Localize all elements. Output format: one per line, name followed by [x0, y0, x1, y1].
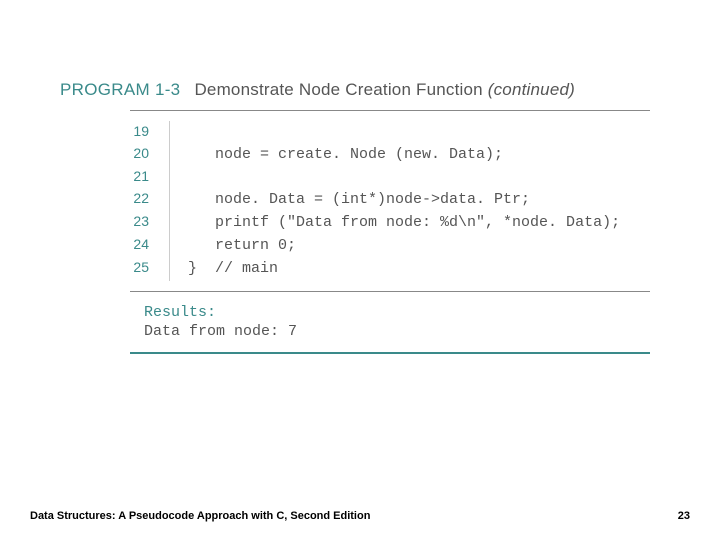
code-panel: 19 20 node = create. Node (new. Data); 2… [130, 110, 650, 292]
slide-content: PROGRAM 1-3 Demonstrate Node Creation Fu… [30, 80, 690, 354]
code-line: 21 [130, 166, 650, 188]
results-panel: Results: Data from node: 7 [130, 292, 650, 354]
program-title-continued: (continued) [488, 80, 575, 99]
code-line: 23 printf ("Data from node: %d\n", *node… [130, 211, 650, 234]
code-text: node. Data = (int*)node->data. Ptr; [170, 188, 530, 211]
code-text [170, 121, 188, 143]
code-text: node = create. Node (new. Data); [170, 143, 503, 166]
line-number: 19 [130, 121, 170, 143]
line-number: 22 [130, 188, 170, 211]
code-text: } // main [170, 257, 278, 280]
page-number: 23 [678, 510, 690, 522]
code-text: printf ("Data from node: %d\n", *node. D… [170, 211, 620, 234]
results-output: Data from node: 7 [144, 323, 650, 340]
code-text [170, 166, 188, 188]
code-line: 19 [130, 121, 650, 143]
line-number: 21 [130, 166, 170, 188]
program-title-main: Demonstrate Node Creation Function [194, 80, 487, 99]
code-line: 25} // main [130, 257, 650, 280]
program-label: PROGRAM 1-3 [60, 80, 180, 100]
line-number: 20 [130, 143, 170, 166]
book-title: Data Structures: A Pseudocode Approach w… [30, 510, 370, 522]
code-line: 22 node. Data = (int*)node->data. Ptr; [130, 188, 650, 211]
results-label: Results: [144, 304, 650, 321]
line-number: 23 [130, 211, 170, 234]
program-title: Demonstrate Node Creation Function (cont… [194, 80, 575, 100]
code-line: 24 return 0; [130, 234, 650, 257]
line-number: 24 [130, 234, 170, 257]
program-header: PROGRAM 1-3 Demonstrate Node Creation Fu… [30, 80, 690, 100]
line-number: 25 [130, 257, 170, 280]
code-text: return 0; [170, 234, 296, 257]
code-line: 20 node = create. Node (new. Data); [130, 143, 650, 166]
footer: Data Structures: A Pseudocode Approach w… [30, 510, 690, 522]
